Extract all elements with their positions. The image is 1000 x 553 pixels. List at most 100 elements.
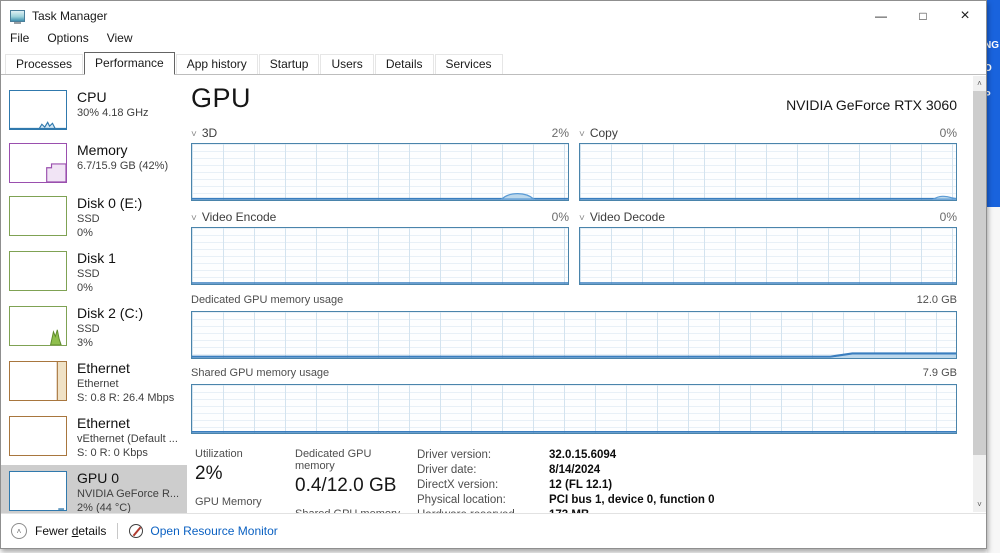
chart-max-dedicated-memory: 12.0 GB bbox=[916, 294, 957, 306]
performance-content: CPU 30% 4.18 GHz Memory 6.7/15.9 GB (42%… bbox=[1, 75, 986, 513]
stat-value-utilization: 2% bbox=[195, 463, 223, 484]
sidebar-item-detail: NVIDIA GeForce R... bbox=[77, 488, 180, 500]
chart-video-decode[interactable] bbox=[579, 227, 957, 285]
maximize-button[interactable]: □ bbox=[902, 1, 944, 30]
sidebar-item-detail: S: 0.8 R: 26.4 Mbps bbox=[77, 392, 175, 404]
detail-label-physical-location: Physical location: bbox=[417, 494, 506, 506]
background-text-fragment: NG bbox=[987, 40, 999, 51]
menu-options[interactable]: Options bbox=[47, 30, 97, 47]
gpu-stats: Utilization 2% GPU Memory 0.5/19.9 GB De… bbox=[191, 448, 957, 513]
sidebar-item-detail: S: 0 R: 0 Kbps bbox=[77, 447, 148, 459]
background-text-fragment: O bbox=[987, 63, 992, 74]
chart-value-copy: 0% bbox=[939, 126, 957, 140]
sidebar-item-detail: 3% bbox=[77, 337, 93, 349]
chart-value-video-decode: 0% bbox=[939, 210, 957, 224]
sidebar-item-detail: 2% (44 °C) bbox=[77, 502, 131, 513]
chart-max-shared-memory: 7.9 GB bbox=[922, 367, 957, 379]
tab-services[interactable]: Services bbox=[434, 54, 503, 74]
tab-processes[interactable]: Processes bbox=[5, 54, 84, 74]
chevron-down-icon: ˅ bbox=[579, 213, 585, 224]
scroll-up-icon[interactable]: ˄ bbox=[973, 76, 986, 91]
task-manager-icon bbox=[10, 9, 25, 24]
cpu-mini-graph bbox=[9, 90, 67, 130]
stat-label-dedicated-memory: Dedicated GPU memory bbox=[295, 448, 372, 472]
disk2-mini-graph bbox=[9, 306, 67, 346]
chart-shared-memory[interactable] bbox=[191, 384, 957, 434]
disk1-mini-graph bbox=[9, 251, 67, 291]
tab-performance[interactable]: Performance bbox=[84, 52, 175, 75]
sidebar-item-title: CPU bbox=[77, 89, 107, 105]
sidebar-item-detail: Ethernet bbox=[77, 378, 119, 390]
tab-users[interactable]: Users bbox=[320, 54, 374, 74]
resource-monitor-icon bbox=[129, 524, 144, 538]
sidebar-item-title: Ethernet bbox=[77, 360, 130, 376]
status-bar: ˄ Fewer details Open Resource Monitor bbox=[1, 513, 986, 548]
fewer-details-button[interactable]: Fewer details bbox=[35, 524, 106, 538]
sidebar-item-cpu[interactable]: CPU 30% 4.18 GHz bbox=[1, 84, 187, 137]
chart-video-encode[interactable] bbox=[191, 227, 569, 285]
minimize-button[interactable]: — bbox=[860, 1, 902, 30]
sidebar-item-title: Disk 1 bbox=[77, 250, 116, 266]
chart-label-copy: Copy bbox=[589, 126, 618, 140]
sidebar-item-vethernet[interactable]: Ethernet vEthernet (Default ... S: 0 R: … bbox=[1, 410, 187, 465]
gpu0-mini-graph bbox=[9, 471, 67, 511]
chart-3d[interactable] bbox=[191, 143, 569, 201]
sidebar-item-disk1[interactable]: Disk 1 SSD 0% bbox=[1, 245, 187, 300]
detail-label-driver-date: Driver date: bbox=[417, 464, 477, 476]
tab-startup[interactable]: Startup bbox=[258, 54, 320, 74]
disk0-mini-graph bbox=[9, 196, 67, 236]
sidebar-item-disk0[interactable]: Disk 0 (E:) SSD 0% bbox=[1, 190, 187, 245]
sidebar-item-detail: 6.7/15.9 GB (42%) bbox=[77, 160, 169, 172]
detail-label-directx-version: DirectX version: bbox=[417, 479, 499, 491]
sidebar-item-detail: 0% bbox=[77, 227, 93, 239]
chart-value-3d: 2% bbox=[551, 126, 569, 140]
sidebar-item-disk2[interactable]: Disk 2 (C:) SSD 3% bbox=[1, 300, 187, 355]
chevron-up-circle-icon[interactable]: ˄ bbox=[11, 523, 27, 539]
scrollbar-thumb[interactable] bbox=[973, 91, 986, 455]
performance-sidebar: CPU 30% 4.18 GHz Memory 6.7/15.9 GB (42%… bbox=[1, 75, 187, 513]
chart-label-dedicated-memory: Dedicated GPU memory usage bbox=[191, 294, 344, 306]
menu-bar: File Options View bbox=[1, 30, 986, 50]
stat-value-gpu-memory: 0.5/19.9 GB bbox=[195, 511, 296, 513]
chevron-down-icon: ˅ bbox=[579, 129, 585, 140]
ethernet-mini-graph bbox=[9, 361, 67, 401]
close-button[interactable]: × bbox=[944, 1, 986, 30]
menu-view[interactable]: View bbox=[107, 30, 142, 47]
chevron-down-icon: ˅ bbox=[191, 129, 197, 140]
chart-label-shared-memory: Shared GPU memory usage bbox=[191, 367, 330, 379]
sidebar-item-title: Memory bbox=[77, 142, 128, 158]
title-bar[interactable]: Task Manager — □ × bbox=[1, 1, 986, 30]
sidebar-item-memory[interactable]: Memory 6.7/15.9 GB (42%) bbox=[1, 137, 187, 190]
scroll-down-icon[interactable]: ˅ bbox=[973, 497, 986, 512]
menu-file[interactable]: File bbox=[10, 30, 38, 47]
sidebar-item-ethernet[interactable]: Ethernet Ethernet S: 0.8 R: 26.4 Mbps bbox=[1, 355, 187, 410]
task-manager-window: Task Manager — □ × File Options View Pro… bbox=[0, 0, 987, 549]
stat-value-dedicated-memory: 0.4/12.0 GB bbox=[295, 475, 397, 496]
detail-value-driver-version: 32.0.15.6094 bbox=[549, 449, 617, 461]
chart-label-video-decode: Video Decode bbox=[589, 210, 666, 224]
detail-label-driver-version: Driver version: bbox=[417, 449, 492, 461]
detail-label-hardware-reserved: Hardware reserved memory: bbox=[417, 508, 549, 513]
sidebar-item-detail: 30% 4.18 GHz bbox=[77, 107, 149, 119]
window-title: Task Manager bbox=[32, 8, 108, 23]
background-text-fragment: P bbox=[987, 90, 991, 101]
chevron-down-icon: ˅ bbox=[191, 213, 197, 224]
stat-label-shared-memory: Shared GPU memory bbox=[295, 508, 407, 513]
sidebar-item-gpu0[interactable]: GPU 0 NVIDIA GeForce R... 2% (44 °C) bbox=[1, 465, 187, 513]
scrollbar-track[interactable] bbox=[973, 455, 986, 497]
tab-details[interactable]: Details bbox=[374, 54, 434, 74]
detail-value-physical-location: PCI bus 1, device 0, function 0 bbox=[549, 494, 715, 506]
detail-value-driver-date: 8/14/2024 bbox=[549, 464, 601, 476]
sidebar-item-title: Ethernet bbox=[77, 415, 130, 431]
open-resource-monitor-link[interactable]: Open Resource Monitor bbox=[150, 524, 277, 538]
sidebar-item-detail: SSD bbox=[77, 268, 100, 280]
chart-copy[interactable] bbox=[579, 143, 957, 201]
tab-app-history[interactable]: App history bbox=[175, 54, 258, 74]
chart-label-3d: 3D bbox=[201, 126, 218, 140]
vertical-scrollbar[interactable]: ˄ ˅ bbox=[973, 76, 986, 512]
stat-label-gpu-memory: GPU Memory bbox=[195, 496, 262, 508]
stat-label-utilization: Utilization bbox=[195, 448, 243, 460]
chart-dedicated-memory[interactable] bbox=[191, 311, 957, 359]
gpu-device-name: NVIDIA GeForce RTX 3060 bbox=[786, 97, 957, 113]
sidebar-item-title: GPU 0 bbox=[77, 470, 120, 486]
